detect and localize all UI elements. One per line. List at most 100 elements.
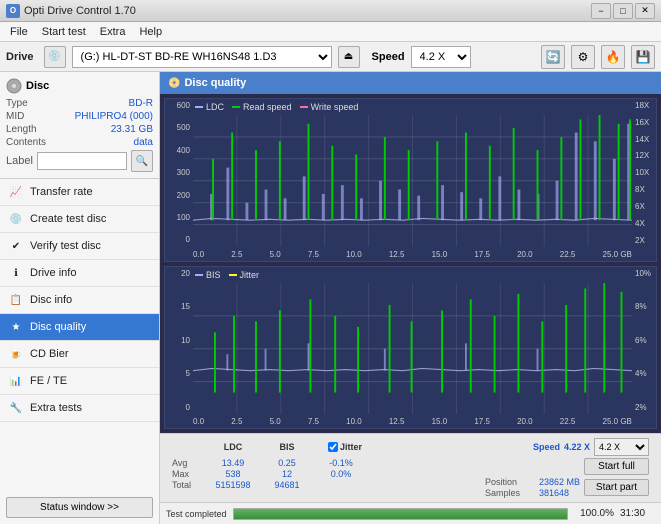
disc-mid-row: MID PHILIPRO4 (000) <box>6 111 153 122</box>
menu-start-test[interactable]: Start test <box>36 25 92 39</box>
x1-25: 25.0 GB <box>603 250 632 259</box>
legend-write-speed: Write speed <box>300 102 359 112</box>
x1-2.5: 2.5 <box>231 250 242 259</box>
sidebar-item-create-test-disc-label: Create test disc <box>30 213 106 225</box>
stats-total-row: Total 5151598 94681 <box>172 480 370 490</box>
samples-row: Samples 381648 <box>485 488 580 498</box>
chart1-legend: LDC Read speed Write speed <box>195 102 358 112</box>
y1-label-500: 500 <box>165 123 193 132</box>
main-content: Disc Type BD-R MID PHILIPRO4 (000) Lengt… <box>0 72 661 524</box>
disc-quality-icon: ★ <box>8 319 24 335</box>
burn-button[interactable]: 🔥 <box>601 45 625 69</box>
chart2-y-axis-left: 20 15 10 5 0 <box>165 267 193 415</box>
chart-header: 📀 Disc quality <box>160 72 661 94</box>
disc-label-label: Label <box>6 155 33 167</box>
disc-type-value: BD-R <box>129 98 153 109</box>
y2-label-5: 5 <box>165 369 193 378</box>
start-part-button[interactable]: Start part <box>584 479 649 496</box>
stats-bis-header: BIS <box>262 442 312 452</box>
chart2-y-axis-right: 10% 8% 6% 4% 2% <box>632 267 656 415</box>
drive-icon-btn[interactable]: 💿 <box>44 46 66 68</box>
x1-5: 5.0 <box>270 250 281 259</box>
status-window-button[interactable]: Status window >> <box>6 497 153 518</box>
speed-select[interactable]: 4.2 X <box>411 46 471 68</box>
progress-time: 31:30 <box>620 508 655 519</box>
read-speed-dot <box>232 106 240 108</box>
save-button[interactable]: 💾 <box>631 45 655 69</box>
stats-panel: LDC BIS Jitter Speed 4.22 X 4.2 X <box>160 433 661 502</box>
progress-bar <box>233 508 568 520</box>
chart1-x-axis: 0.0 2.5 5.0 7.5 10.0 12.5 15.0 17.5 20.0… <box>193 250 632 259</box>
disc-type-row: Type BD-R <box>6 98 153 109</box>
menu-file[interactable]: File <box>4 25 34 39</box>
maximize-button[interactable]: □ <box>613 3 633 19</box>
drive-select[interactable]: (G:) HL-DT-ST BD-RE WH16NS48 1.D3 <box>72 46 332 68</box>
status-text: Test completed <box>166 509 227 519</box>
write-speed-label: Write speed <box>311 102 359 112</box>
minimize-button[interactable]: − <box>591 3 611 19</box>
sidebar-item-verify-test-disc[interactable]: ✔ Verify test disc <box>0 233 159 260</box>
y1r-label-16x: 16X <box>632 118 656 127</box>
disc-label-icon-btn[interactable]: 🔍 <box>131 150 153 172</box>
sidebar-item-cd-bier-label: CD Bier <box>30 348 69 360</box>
start-full-row: Start full <box>485 458 649 475</box>
chart1-svg-area <box>193 115 632 247</box>
sidebar-item-fe-te[interactable]: 📊 FE / TE <box>0 368 159 395</box>
start-full-button[interactable]: Start full <box>584 458 649 475</box>
samples-val: 381648 <box>539 488 569 498</box>
charts-area: LDC Read speed Write speed 600 500 40 <box>160 94 661 433</box>
extra-tests-icon: 🔧 <box>8 400 24 416</box>
jitter-checkbox[interactable] <box>328 442 338 452</box>
jitter-check-container: Jitter <box>328 442 362 452</box>
stats-data-area: Avg 13.49 0.25 -0.1% Max 538 12 0.0% Tot… <box>168 458 653 498</box>
y2r-label-6: 6% <box>632 336 656 345</box>
speed-dropdown[interactable]: 4.2 X <box>594 438 649 456</box>
chart1-y-axis-left: 600 500 400 300 200 100 0 <box>165 99 193 247</box>
sidebar-item-extra-tests[interactable]: 🔧 Extra tests <box>0 395 159 422</box>
speed-label: Speed <box>372 51 405 63</box>
x2-2.5: 2.5 <box>231 417 242 426</box>
refresh-button[interactable]: 🔄 <box>541 45 565 69</box>
chart2-x-axis: 0.0 2.5 5.0 7.5 10.0 12.5 15.0 17.5 20.0… <box>193 417 632 426</box>
y1-label-0: 0 <box>165 235 193 244</box>
disc-contents-row: Contents data <box>6 137 153 148</box>
x2-22.5: 22.5 <box>560 417 576 426</box>
close-button[interactable]: ✕ <box>635 3 655 19</box>
menu-help[interactable]: Help <box>133 25 168 39</box>
total-ldc: 5151598 <box>204 480 262 490</box>
settings-button[interactable]: ⚙ <box>571 45 595 69</box>
max-ldc: 538 <box>204 469 262 479</box>
max-label: Max <box>172 469 204 479</box>
eject-button[interactable]: ⏏ <box>338 46 360 68</box>
create-test-disc-icon: 💿 <box>8 211 24 227</box>
start-part-row: Position 23862 MB Samples 381648 Start p… <box>485 477 649 498</box>
position-val: 23862 MB <box>539 477 580 487</box>
sidebar-item-drive-info[interactable]: ℹ Drive info <box>0 260 159 287</box>
sidebar-item-disc-info[interactable]: 📋 Disc info <box>0 287 159 314</box>
x2-15: 15.0 <box>432 417 448 426</box>
progress-area: Test completed 100.0% 31:30 <box>160 502 661 524</box>
chart-bis: BIS Jitter 20 15 10 5 0 10 <box>164 266 657 430</box>
disc-label-input[interactable] <box>37 152 127 170</box>
y1-label-100: 100 <box>165 213 193 222</box>
chart-header-icon: 📀 <box>168 78 180 89</box>
write-speed-dot <box>300 106 308 108</box>
drive-info-icon: ℹ <box>8 265 24 281</box>
sidebar-item-verify-test-disc-label: Verify test disc <box>30 240 101 252</box>
cd-bier-icon: 🍺 <box>8 346 24 362</box>
menu-bar: File Start test Extra Help <box>0 22 661 42</box>
bis-dot <box>195 274 203 276</box>
menu-extra[interactable]: Extra <box>94 25 132 39</box>
x1-12.5: 12.5 <box>389 250 405 259</box>
sidebar-item-fe-te-label: FE / TE <box>30 375 67 387</box>
stats-ldc-header: LDC <box>204 442 262 452</box>
disc-mid-label: MID <box>6 111 24 122</box>
x1-7.5: 7.5 <box>308 250 319 259</box>
sidebar-item-drive-info-label: Drive info <box>30 267 76 279</box>
sidebar-item-disc-quality[interactable]: ★ Disc quality <box>0 314 159 341</box>
y1r-label-6x: 6X <box>632 202 656 211</box>
sidebar-item-create-test-disc[interactable]: 💿 Create test disc <box>0 206 159 233</box>
sidebar-item-cd-bier[interactable]: 🍺 CD Bier <box>0 341 159 368</box>
y1r-label-18x: 18X <box>632 101 656 110</box>
sidebar-item-transfer-rate[interactable]: 📈 Transfer rate <box>0 179 159 206</box>
